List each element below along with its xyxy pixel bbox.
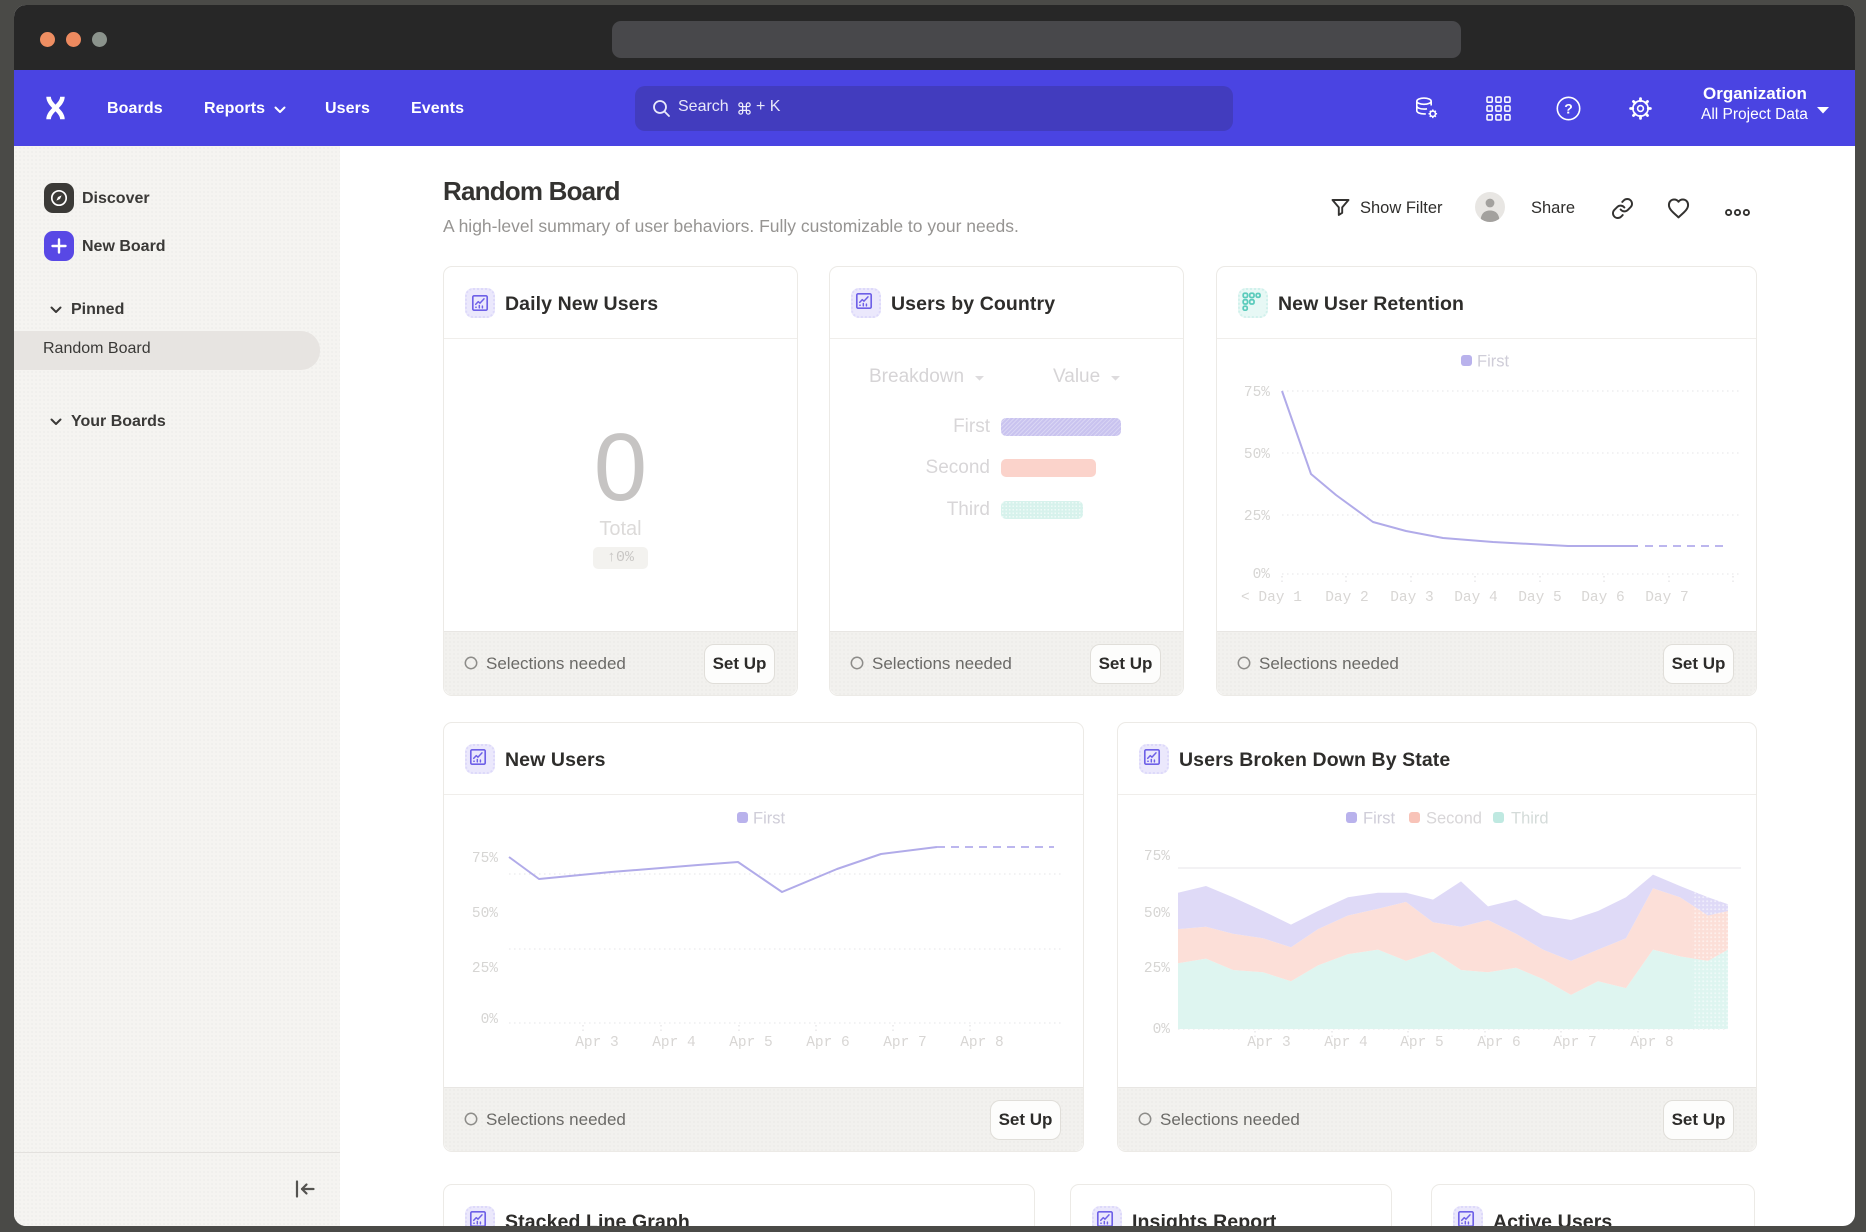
svg-text:Apr 4: Apr 4 — [1324, 1035, 1368, 1051]
svg-text:Apr 6: Apr 6 — [1477, 1035, 1521, 1051]
svg-text:Apr 7: Apr 7 — [1553, 1035, 1597, 1051]
svg-text:Day 5: Day 5 — [1518, 590, 1562, 606]
svg-text:First: First — [1477, 353, 1509, 371]
svg-text:Apr 8: Apr 8 — [960, 1035, 1004, 1051]
svg-text:50%: 50% — [472, 906, 498, 922]
svg-text:0%: 0% — [1253, 567, 1271, 583]
svg-text:Day 7: Day 7 — [1645, 590, 1689, 606]
svg-text:75%: 75% — [1144, 849, 1170, 865]
svg-text:First: First — [753, 810, 785, 828]
svg-text:25%: 25% — [472, 961, 498, 977]
svg-text:50%: 50% — [1144, 906, 1170, 922]
svg-text:Day 6: Day 6 — [1581, 590, 1625, 606]
svg-text:Apr 8: Apr 8 — [1630, 1035, 1674, 1051]
svg-text:First: First — [1363, 810, 1395, 828]
svg-text:Apr 5: Apr 5 — [729, 1035, 773, 1051]
svg-text:0%: 0% — [481, 1012, 499, 1028]
svg-text:Apr 5: Apr 5 — [1400, 1035, 1444, 1051]
svg-text:Apr 4: Apr 4 — [652, 1035, 696, 1051]
svg-text:Third: Third — [1511, 810, 1549, 828]
svg-text:50%: 50% — [1244, 447, 1270, 463]
svg-text:?: ? — [1564, 101, 1573, 117]
svg-text:Apr 6: Apr 6 — [806, 1035, 850, 1051]
svg-text:Second: Second — [1426, 810, 1482, 828]
svg-text:Apr 3: Apr 3 — [1247, 1035, 1291, 1051]
svg-text:Apr 3: Apr 3 — [575, 1035, 619, 1051]
svg-text:< Day 1: < Day 1 — [1241, 590, 1302, 606]
svg-text:0%: 0% — [1153, 1022, 1171, 1038]
svg-text:25%: 25% — [1144, 961, 1170, 977]
svg-text:Day 2: Day 2 — [1325, 590, 1369, 606]
svg-text:25%: 25% — [1244, 509, 1270, 525]
svg-text:75%: 75% — [1244, 385, 1270, 401]
svg-text:Apr 7: Apr 7 — [883, 1035, 927, 1051]
svg-text:Day 3: Day 3 — [1390, 590, 1434, 606]
svg-text:Day 4: Day 4 — [1454, 590, 1498, 606]
svg-text:75%: 75% — [472, 851, 498, 867]
